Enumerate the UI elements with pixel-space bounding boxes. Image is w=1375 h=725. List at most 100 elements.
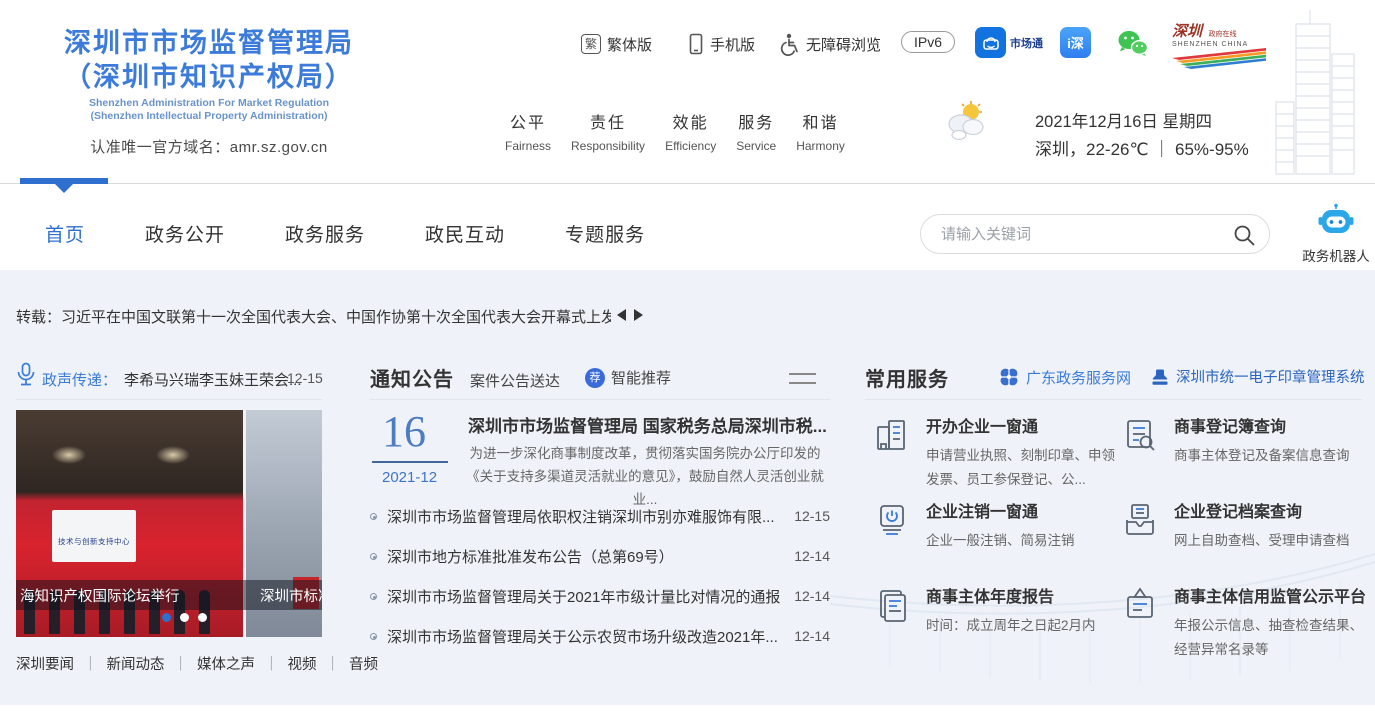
link-media-voice[interactable]: 媒体之声 xyxy=(197,653,255,674)
notice-row[interactable]: 深圳市市场监督管理局依职权注销深圳市别亦难服饰有限... 12-15 xyxy=(370,496,830,536)
microphone-icon xyxy=(15,362,37,388)
ticker-next-icon[interactable] xyxy=(634,309,643,321)
eseal-system-label: 深圳市统一电子印章管理系统 xyxy=(1176,366,1365,387)
notices-divider xyxy=(370,399,830,400)
search-input[interactable] xyxy=(921,216,1216,252)
main-nav: 首页 政务公开 政务服务 政民互动 专题服务 xyxy=(45,220,645,247)
report-pages-icon xyxy=(872,585,912,625)
logo-title-cn-2: （深圳市知识产权局） xyxy=(28,60,390,94)
nav-item-home[interactable]: 首页 xyxy=(45,220,85,247)
news-carousel[interactable]: 技术与创新支持中心 海知识产权国际论坛举行 深圳市标准院 xyxy=(16,410,322,637)
link-video[interactable]: 视频 xyxy=(288,653,317,674)
shenzhen-china-logo[interactable]: 深圳 政府在线 SHENZHEN CHINA xyxy=(1172,20,1268,74)
building-sketch xyxy=(1262,2,1372,182)
carousel-dot-3[interactable] xyxy=(198,613,207,622)
weather-icon xyxy=(944,100,988,142)
accessibility-link[interactable]: 无障碍浏览 xyxy=(778,32,881,56)
search-box[interactable] xyxy=(920,214,1270,254)
featured-date-underline xyxy=(372,461,448,463)
gov-robot-button[interactable]: 政务机器人 xyxy=(1298,203,1374,265)
smart-recommend-label: 智能推荐 xyxy=(611,367,671,388)
featured-notice-day: 16 xyxy=(382,406,426,457)
search-icon[interactable] xyxy=(1232,223,1256,247)
recommend-badge-icon: 荐 xyxy=(585,368,605,388)
notice-row[interactable]: 深圳市地方标准批准发布公告（总第69号） 12-14 xyxy=(370,536,830,576)
phone-icon xyxy=(688,33,704,56)
link-audio[interactable]: 音频 xyxy=(349,653,378,674)
nav-item-special-services[interactable]: 专题服务 xyxy=(565,220,645,247)
service-archive-query[interactable]: 企业登记档案查询 网上自助查档、受理申请查档 xyxy=(1120,498,1370,553)
szlogo-en-text: SHENZHEN CHINA xyxy=(1172,41,1268,48)
notice-row[interactable]: 深圳市市场监督管理局关于2021年市级计量比对情况的通报 12-14 xyxy=(370,576,830,616)
szlogo-sub-text: 政府在线 xyxy=(1208,31,1236,38)
value-efficiency: 效能Efficiency xyxy=(665,109,716,153)
power-machine-icon xyxy=(872,500,912,540)
traditional-icon: 繁 xyxy=(581,34,601,54)
ticker-prev-icon[interactable] xyxy=(617,309,626,321)
value-fairness: 公平Fairness xyxy=(505,109,551,153)
nav-item-gov-services[interactable]: 政务服务 xyxy=(285,220,365,247)
carousel-dot-2[interactable] xyxy=(180,613,189,622)
nav-item-gov-info[interactable]: 政务公开 xyxy=(145,220,225,247)
voice-transfer-label[interactable]: 政声传递： xyxy=(42,369,117,390)
service-credit-platform[interactable]: 商事主体信用监管公示平台 年报公示信息、抽查检查结果、经营异常名录等 xyxy=(1120,583,1370,662)
marketpass-app-link[interactable]: 市场通 xyxy=(975,27,1043,58)
services-section-title: 常用服务 xyxy=(865,363,949,392)
logo-subtitle-en-1: Shenzhen Administration For Market Regul… xyxy=(28,97,390,110)
pinwheel-icon xyxy=(998,366,1020,388)
guangdong-portal-link[interactable]: 广东政务服务网 xyxy=(998,366,1131,388)
service-deregistration[interactable]: 企业注销一窗通 企业一般注销、简易注销 xyxy=(872,498,1122,553)
notice-row[interactable]: 深圳市市场监督管理局关于公示农贸市场升级改造2021年... 12-14 xyxy=(370,616,830,656)
more-menu-icon[interactable] xyxy=(789,373,816,391)
service-registry-query[interactable]: 商事登记簿查询 商事主体登记及备案信息查询 xyxy=(1120,413,1370,468)
official-domain-note: 认准唯一官方域名：amr.sz.gov.cn xyxy=(28,136,390,157)
nav-item-interaction[interactable]: 政民互动 xyxy=(425,220,505,247)
eseal-system-link[interactable]: 深圳市统一电子印章管理系统 xyxy=(1150,366,1365,387)
carousel-caption-right[interactable]: 深圳市标准院 xyxy=(260,585,322,606)
link-news-updates[interactable]: 新闻动态 xyxy=(107,653,165,674)
notice-list: 深圳市市场监督管理局依职权注销深圳市别亦难服饰有限... 12-15 深圳市地方… xyxy=(370,496,830,656)
stamp-icon xyxy=(1150,367,1170,387)
carousel-dots xyxy=(162,613,207,622)
stage-light xyxy=(52,446,86,464)
accessibility-label: 无障碍浏览 xyxy=(806,34,881,55)
bullet-icon xyxy=(370,513,377,520)
voice-transfer-date: 12-15 xyxy=(287,370,323,386)
carousel-caption-left[interactable]: 海知识产权国际论坛举行 xyxy=(20,585,180,606)
header-divider xyxy=(0,183,1375,184)
ishenzhen-icon: i深 xyxy=(1060,27,1091,58)
left-column-divider xyxy=(16,399,322,400)
bullet-icon xyxy=(370,593,377,600)
value-service: 服务Service xyxy=(736,109,776,153)
ticker-link[interactable]: 转载：习近平在中国文联第十一次全国代表大会、中国作协第十次全国代表大会开幕式上发… xyxy=(16,306,611,327)
building-list-icon xyxy=(872,415,912,455)
logo-title-cn-1: 深圳市市场监督管理局 xyxy=(28,26,390,60)
news-category-links: 深圳要闻｜ 新闻动态｜ 媒体之声｜ 视频｜ 音频 xyxy=(16,653,378,674)
value-harmony: 和谐Harmony xyxy=(796,109,845,153)
site-logo[interactable]: 深圳市市场监督管理局 （深圳市知识产权局） Shenzhen Administr… xyxy=(28,26,390,157)
featured-notice-title[interactable]: 深圳市市场监督管理局 国家税务总局深圳市税... xyxy=(468,412,832,437)
service-annual-report[interactable]: 商事主体年度报告 时间：成立周年之日起2月内 xyxy=(872,583,1122,638)
notices-section-title: 通知公告 xyxy=(370,363,454,392)
smart-recommend-button[interactable]: 荐 智能推荐 xyxy=(585,367,671,388)
core-values: 公平Fairness 责任Responsibility 效能Efficiency… xyxy=(505,109,845,153)
case-announcement-link[interactable]: 案件公告送达 xyxy=(470,370,560,391)
carousel-dot-1[interactable] xyxy=(162,613,171,622)
featured-notice-month: 2021-12 xyxy=(382,469,437,486)
traditional-label: 繁体版 xyxy=(607,34,652,55)
services-divider xyxy=(865,399,1362,400)
wechat-icon xyxy=(1116,29,1149,58)
service-open-business[interactable]: 开办企业一窗通 申请营业执照、刻制印章、申领发票、员工参保登记、公... xyxy=(872,413,1122,492)
wechat-link[interactable] xyxy=(1116,29,1149,58)
robot-label: 政务机器人 xyxy=(1298,245,1374,265)
link-shenzhen-news[interactable]: 深圳要闻 xyxy=(16,653,74,674)
stage-light xyxy=(156,446,190,464)
ishenzhen-app-link[interactable]: i深 xyxy=(1060,27,1091,58)
ipv6-badge[interactable]: IPv6 xyxy=(901,31,955,53)
weather-info: 深圳，22-26℃ ｜ 65%-95% xyxy=(1035,135,1249,160)
voice-transfer-title[interactable]: 李希马兴瑞李玉妹王荣会... xyxy=(124,369,302,390)
mobile-version-link[interactable]: 手机版 xyxy=(688,32,755,56)
guangdong-portal-label: 广东政务服务网 xyxy=(1026,367,1131,388)
traditional-version-link[interactable]: 繁 繁体版 xyxy=(581,32,652,56)
accessibility-icon xyxy=(778,33,800,56)
